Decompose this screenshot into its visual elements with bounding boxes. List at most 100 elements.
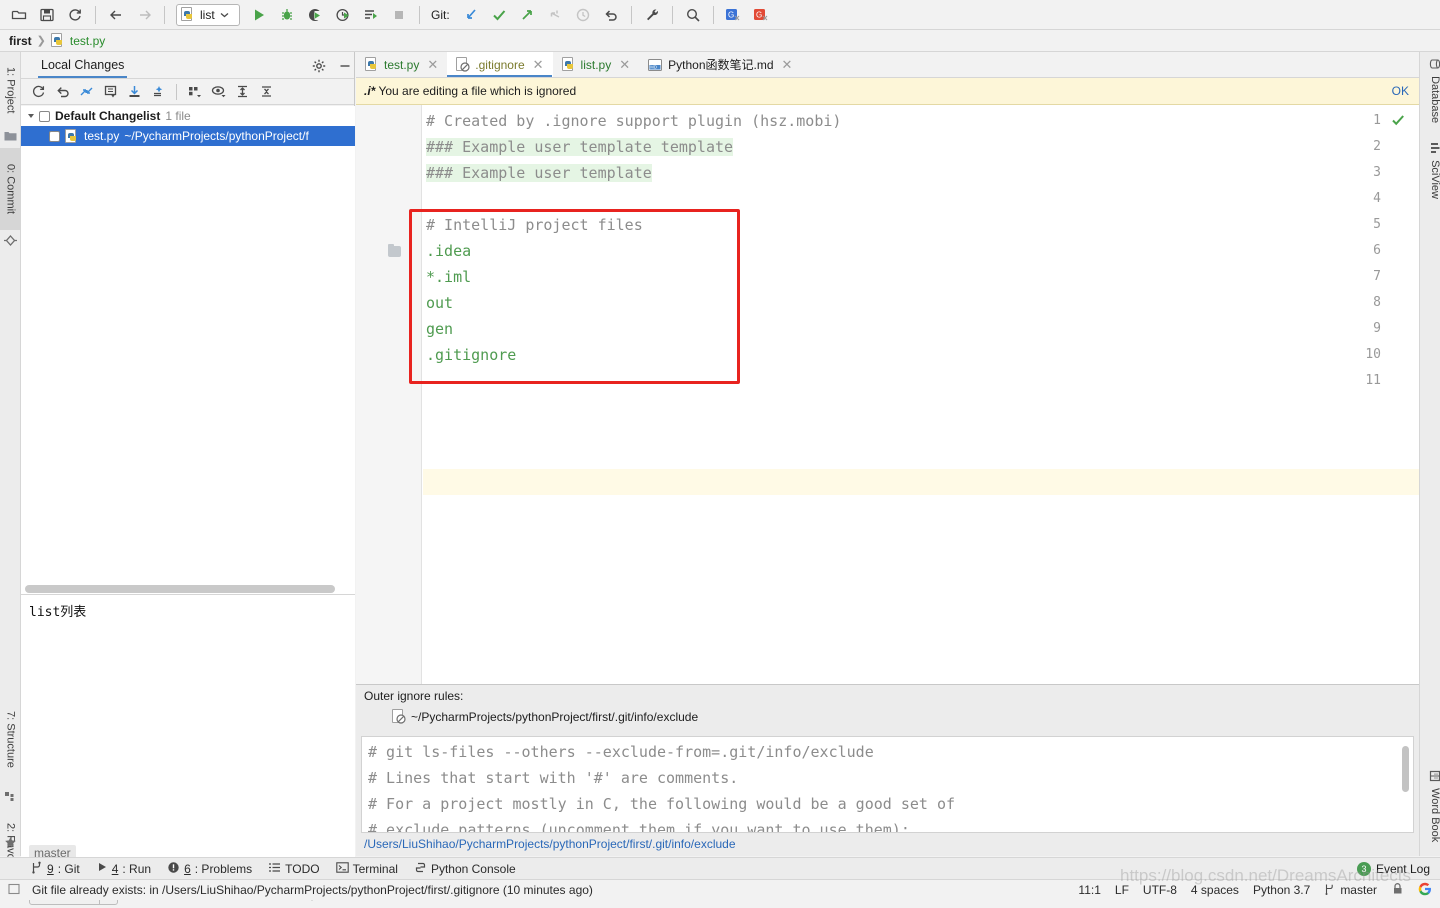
bottom-tab-terminal[interactable]: Terminal [335, 861, 398, 877]
google-translate-icon[interactable]: G [721, 3, 747, 27]
update-project-icon[interactable] [458, 3, 484, 27]
table-row[interactable]: test.py ~/PycharmProjects/pythonProject/… [21, 126, 355, 146]
tab-label: list.py [580, 57, 612, 72]
minimize-icon[interactable] [335, 56, 355, 76]
get-from-vcs-icon[interactable] [123, 81, 146, 103]
lock-icon[interactable] [1391, 882, 1404, 898]
notification-ok-button[interactable]: OK [1392, 84, 1409, 98]
line-number: 6 [1373, 243, 1381, 258]
expand-all-icon[interactable] [231, 81, 254, 103]
status-indent[interactable]: 4 spaces [1191, 883, 1239, 897]
preview-icon[interactable] [207, 81, 230, 103]
bottom-tab-git[interactable]: 9: Git [30, 861, 80, 877]
forward-icon[interactable] [131, 3, 157, 27]
book-icon [1429, 770, 1440, 782]
tab-list-py[interactable]: list.py ✕ [553, 52, 640, 77]
back-icon[interactable] [103, 3, 129, 27]
event-log-button[interactable]: 3 Event Log [1356, 861, 1430, 876]
outer-rules-scrollbar[interactable] [1402, 746, 1409, 792]
profile-icon[interactable] [330, 3, 356, 27]
changes-hscroll-thumb[interactable] [25, 585, 335, 593]
sync-icon[interactable] [62, 3, 88, 27]
breadcrumb-project[interactable]: first [9, 34, 32, 48]
bottom-tab-problems[interactable]: 6: Problems [167, 861, 252, 877]
chevron-down-icon[interactable] [28, 114, 34, 118]
close-icon[interactable]: ✕ [619, 58, 630, 71]
run-configuration-selector[interactable]: list [176, 3, 240, 26]
breadcrumb-file[interactable]: test.py [70, 34, 105, 48]
python-file-icon [50, 33, 65, 48]
google-icon[interactable] [1418, 882, 1432, 899]
tab-local-changes[interactable]: Local Changes [38, 52, 128, 78]
outer-rules-title: Outer ignore rules: [364, 689, 464, 703]
run-coverage-icon[interactable] [302, 3, 328, 27]
push-icon[interactable] [514, 3, 540, 27]
bottom-tab-todo[interactable]: TODO [268, 861, 320, 877]
outer-rules-link[interactable]: /Users/LiuShihao/PycharmProjects/pythonP… [364, 837, 736, 851]
bottom-tab-python-console[interactable]: Python Console [414, 861, 516, 877]
outer-rules-line: # Lines that start with '#' are comments… [368, 769, 739, 787]
status-encoding[interactable]: UTF-8 [1143, 883, 1177, 897]
commit-icon[interactable] [486, 3, 512, 27]
inspections-ok-icon[interactable] [1391, 113, 1405, 130]
stop-icon[interactable] [386, 3, 412, 27]
sidebar-item-project[interactable]: 1: Project [0, 54, 21, 126]
run-icon[interactable] [246, 3, 272, 27]
collapse-all-icon[interactable] [255, 81, 278, 103]
status-caret-position[interactable]: 11:1 [1078, 883, 1100, 897]
google-translate-alt-icon[interactable]: G [749, 3, 775, 27]
move-to-changelist-icon[interactable] [75, 81, 98, 103]
changes-hscroll-track[interactable] [21, 583, 355, 595]
rollback-icon[interactable] [51, 81, 74, 103]
commit-message-box[interactable]: list列表 master [21, 595, 355, 870]
status-memory-icon[interactable] [8, 883, 20, 898]
tab-test-py[interactable]: test.py ✕ [356, 52, 447, 77]
shelve-silently-icon[interactable] [147, 81, 170, 103]
close-icon[interactable]: ✕ [782, 58, 793, 71]
code-folding-icon[interactable] [388, 244, 401, 257]
code-line: ### Example user template template [426, 138, 734, 156]
toolbar-separator-2 [164, 5, 165, 24]
code-editor[interactable]: 1 2 3 4 5 6 7 8 9 10 11 # Created by .ig… [356, 105, 1419, 693]
search-icon[interactable] [680, 3, 706, 27]
status-branch[interactable]: master [1324, 883, 1377, 898]
tab-python-notes-md[interactable]: MD Python函数笔记.md ✕ [639, 52, 801, 77]
local-changes-toolbar [21, 79, 354, 105]
rollback-icon[interactable] [598, 3, 624, 27]
status-right-group: 11:1 LF UTF-8 4 spaces Python 3.7 master [1078, 882, 1432, 899]
sidebar-item-commit[interactable]: 0: Commit [0, 148, 21, 230]
code-line: .idea [426, 242, 472, 260]
outer-rules-file-row[interactable]: ~/PycharmProjects/pythonProject/first/.g… [356, 703, 1419, 729]
debug-icon[interactable] [274, 3, 300, 27]
run-with-console-icon[interactable] [358, 3, 384, 27]
history-icon[interactable] [570, 3, 596, 27]
refresh-icon[interactable] [27, 81, 50, 103]
status-interpreter[interactable]: Python 3.7 [1253, 883, 1310, 897]
bottom-tab-run[interactable]: 4: Run [96, 861, 151, 876]
editor-gutter[interactable] [356, 105, 422, 693]
line-number: 4 [1373, 191, 1381, 206]
code-line: *.iml [426, 268, 472, 286]
show-diff-icon[interactable] [99, 81, 122, 103]
status-line-separator[interactable]: LF [1115, 883, 1129, 897]
wrench-icon[interactable] [639, 3, 665, 27]
tab-gitignore[interactable]: .gitignore ✕ [447, 52, 553, 77]
file-checkbox[interactable] [49, 130, 60, 142]
changelist-row[interactable]: Default Changelist 1 file [21, 106, 355, 126]
sidebar-item-database[interactable]: Database [1420, 58, 1440, 123]
checkout-icon[interactable] [542, 3, 568, 27]
changelist-checkbox[interactable] [39, 110, 50, 122]
close-icon[interactable]: ✕ [533, 58, 544, 71]
group-by-icon[interactable] [183, 81, 206, 103]
sidebar-item-structure[interactable]: 7: Structure [0, 694, 21, 784]
sidebar-item-wordbook[interactable]: Word Book [1420, 770, 1440, 842]
open-folder-icon[interactable] [6, 3, 32, 27]
outer-rules-content[interactable]: # git ls-files --others --exclude-from=.… [361, 736, 1414, 833]
save-all-icon[interactable] [34, 3, 60, 27]
close-icon[interactable]: ✕ [427, 58, 438, 71]
project-folder-icon [4, 130, 17, 143]
bottom-tab-number: 4 [111, 861, 119, 876]
gear-icon[interactable] [309, 56, 329, 76]
sidebar-item-label: Word Book [1429, 788, 1440, 843]
sidebar-item-sciview[interactable]: SciView [1420, 142, 1440, 199]
